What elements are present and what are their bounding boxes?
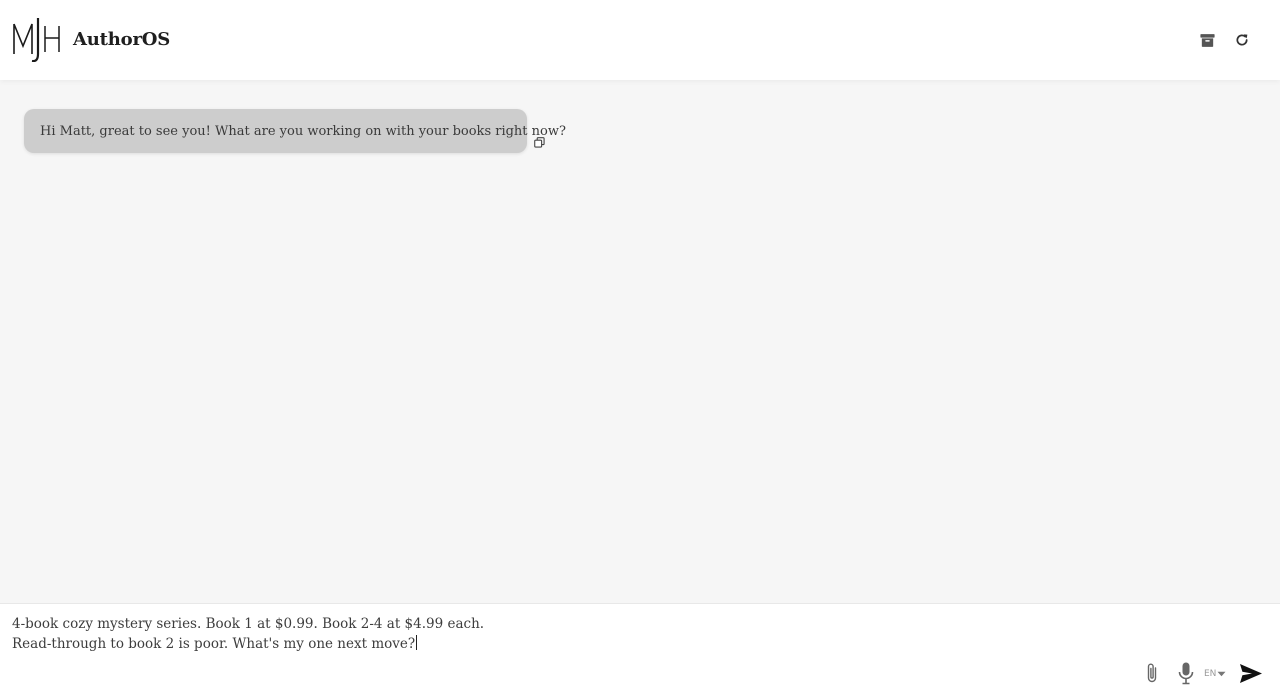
- microphone-button[interactable]: [1177, 660, 1195, 686]
- assistant-message-bubble: Hi Matt, great to see you! What are you …: [24, 109, 566, 153]
- attach-button[interactable]: [1143, 660, 1161, 686]
- send-button[interactable]: [1238, 661, 1263, 685]
- language-selector[interactable]: EN: [1204, 667, 1226, 681]
- chat-area: Hi Matt, great to see you! What are you …: [0, 80, 1280, 603]
- message-input-line-2: Read-through to book 2 is poor. What's m…: [12, 634, 1112, 654]
- assistant-message-text: Hi Matt, great to see you! What are you …: [40, 123, 566, 139]
- text-caret: [416, 635, 418, 650]
- message-input-line-2-text: Read-through to book 2 is poor. What's m…: [12, 636, 416, 652]
- message-composer: 4-book cozy mystery series. Book 1 at $0…: [0, 603, 1280, 700]
- mjh-logo: [12, 16, 64, 63]
- archive-button[interactable]: [1197, 30, 1217, 50]
- send-icon: [1239, 663, 1262, 683]
- message-input-line-1: 4-book cozy mystery series. Book 1 at $0…: [12, 616, 485, 632]
- app-title: AuthorOS: [73, 29, 171, 50]
- copy-icon: [534, 137, 545, 148]
- language-label: EN: [1204, 669, 1217, 679]
- microphone-icon: [1178, 662, 1194, 685]
- caret-down-icon: [1217, 671, 1226, 677]
- copy-message-button[interactable]: [534, 133, 545, 148]
- paperclip-icon: [1147, 663, 1157, 683]
- refresh-icon: [1236, 34, 1248, 46]
- app-header: AuthorOS: [0, 0, 1280, 80]
- archive-icon: [1199, 33, 1215, 47]
- refresh-button[interactable]: [1232, 30, 1252, 50]
- message-input[interactable]: 4-book cozy mystery series. Book 1 at $0…: [12, 614, 1112, 658]
